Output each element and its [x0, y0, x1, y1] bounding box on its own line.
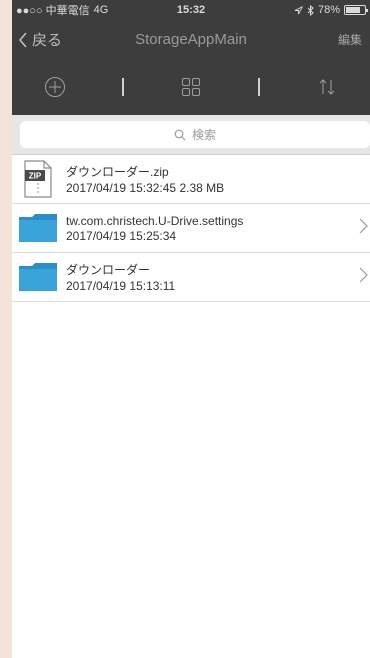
folder-icon — [18, 208, 58, 248]
folder-name: ダウンローダー — [66, 263, 151, 277]
grid-icon — [181, 78, 200, 96]
back-button[interactable]: 戻る — [12, 29, 62, 50]
toolbar-divider — [257, 78, 260, 96]
search-icon — [174, 129, 186, 140]
edit-button[interactable]: 編集 — [338, 31, 370, 48]
folder-meta: 2017/04/19 15:25:34 — [66, 228, 177, 243]
chevron-right-icon — [359, 267, 368, 283]
navigation-bar: 戻る StorageAppMain 編集 — [12, 20, 370, 59]
bluetooth-icon — [307, 4, 314, 16]
folder-meta: 2017/04/19 15:13:11 — [66, 279, 176, 293]
folder-icon — [18, 257, 58, 297]
app-screen: ●●○○ 中華電信 4G 15:32 78% 戻る StorageAppMain… — [12, 0, 370, 658]
toolbar-divider — [122, 78, 125, 96]
file-meta: 2017/04/19 15:32:45 2.38 MB — [66, 181, 225, 195]
location-icon — [294, 5, 303, 14]
chevron-right-icon — [359, 218, 368, 234]
search-bar: 検索 — [12, 115, 370, 155]
network-label: 4G — [93, 4, 109, 16]
add-icon — [45, 77, 66, 97]
file-list: ZIP ダウンローダー.zip 2017/04/19 15:32:45 2.38… — [12, 155, 370, 302]
folder-name: tw.com.christech.U-Drive.settings — [66, 213, 244, 228]
file-name: ダウンローダー.zip — [66, 165, 169, 179]
top-bars: ●●○○ 中華電信 4G 15:32 78% 戻る StorageAppMain… — [12, 0, 370, 115]
toolbar — [12, 59, 370, 115]
battery-percent: 78% — [317, 4, 340, 16]
chevron-left-icon — [18, 31, 27, 48]
sort-button[interactable] — [307, 67, 347, 107]
file-row-zip[interactable]: ZIP ダウンローダー.zip 2017/04/19 15:32:45 2.38… — [12, 155, 370, 204]
folder-row-settings[interactable]: tw.com.christech.U-Drive.settings 2017/0… — [12, 204, 370, 253]
zip-badge-text: ZIP — [29, 172, 42, 181]
add-button[interactable] — [35, 67, 75, 107]
status-bar: ●●○○ 中華電信 4G 15:32 78% — [12, 0, 370, 20]
page-title: StorageAppMain — [135, 31, 247, 48]
search-input[interactable]: 検索 — [20, 121, 370, 148]
battery-icon — [344, 5, 368, 15]
carrier-label: ●●○○ 中華電信 — [16, 5, 90, 17]
sort-icon — [319, 79, 334, 95]
back-label: 戻る — [32, 32, 63, 49]
battery-fill — [346, 7, 361, 13]
grid-view-button[interactable] — [171, 67, 211, 107]
search-placeholder: 検索 — [191, 128, 216, 142]
zip-icon: ZIP — [18, 159, 58, 199]
folder-row-downloader[interactable]: ダウンローダー 2017/04/19 15:13:11 — [12, 253, 370, 302]
